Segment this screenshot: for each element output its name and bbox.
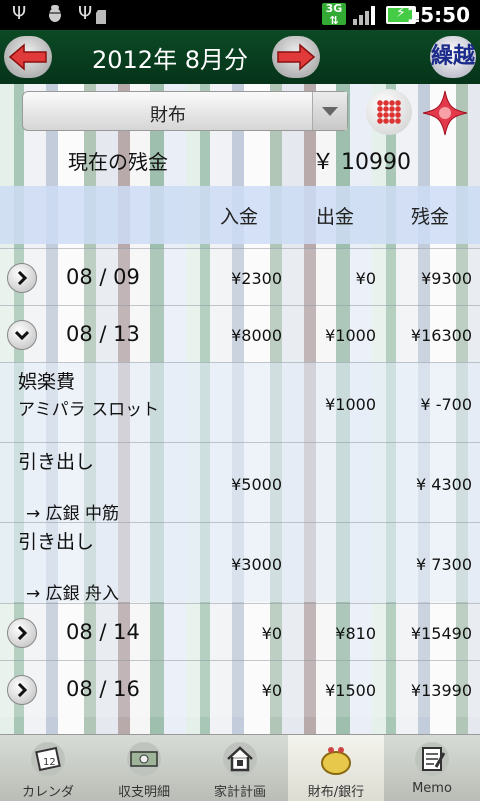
usb-icon: Ψ [12, 3, 27, 24]
chevron-down-icon [312, 92, 347, 130]
expand-button[interactable] [7, 263, 37, 293]
row-memo: アミパラ スロット [18, 400, 160, 420]
row-balance: ¥9300 [421, 269, 472, 288]
tab-wallet-bank[interactable]: 財布/銀行 [288, 735, 384, 801]
balance-value: ￥ 10990 [312, 150, 411, 175]
tab-memo[interactable]: Memo [384, 735, 480, 801]
date-row[interactable]: 08 / 13 ¥8000 ¥1000 ¥16300 [0, 305, 480, 362]
prev-month-button[interactable] [4, 36, 52, 78]
signal-icon [353, 6, 379, 25]
transaction-row[interactable]: 娯楽費 アミパラ スロット ¥1000 ¥ -700 [0, 362, 480, 442]
date-row[interactable]: 08 / 16 ¥0 ¥1500 ¥13990 [0, 660, 480, 717]
row-income: ¥0 [261, 681, 282, 700]
row-balance: ¥ 7300 [416, 555, 472, 574]
row-income: ¥2300 [231, 269, 282, 288]
status-bar: Ψ Ψ 3G ⇅ ⚡ 15:50 [0, 0, 480, 30]
network-3g-icon: 3G ⇅ [322, 3, 346, 27]
chevron-right-icon [17, 271, 28, 285]
tab-label: Memo [412, 781, 452, 796]
memo-icon [415, 742, 449, 776]
sparkle-add-icon [422, 90, 468, 136]
clock: 15:50 [406, 3, 470, 27]
row-expense: ¥1000 [325, 395, 376, 414]
row-category: 娯楽費 [18, 371, 76, 393]
row-date: 08 / 09 [66, 265, 140, 289]
transaction-row[interactable]: 引き出し → 広銀 中筋 ¥5000 ¥ 4300 [0, 442, 480, 524]
calculator-button[interactable] [366, 89, 412, 135]
column-header: 入金 出金 残金 [0, 186, 480, 244]
arrow-right-icon [277, 43, 316, 71]
row-balance: ¥13990 [410, 681, 472, 700]
tab-calendar[interactable]: 12 カレンダ [0, 735, 96, 801]
row-expense: ¥810 [335, 624, 376, 643]
row-memo: → 広銀 中筋 [26, 504, 120, 524]
wallet-select[interactable]: 財布 [22, 91, 348, 131]
row-expense: ¥1500 [325, 681, 376, 700]
row-expense: ¥1000 [325, 326, 376, 345]
wallet-select-value: 財布 [150, 105, 186, 126]
row-balance: ¥16300 [410, 326, 472, 345]
row-memo: → 広銀 舟入 [26, 584, 120, 604]
collapse-button[interactable] [7, 320, 37, 350]
app-header: 2012年 8月分 繰越 [0, 30, 480, 84]
expand-button[interactable] [7, 675, 37, 705]
row-expense: ¥0 [355, 269, 376, 288]
arrow-left-icon [8, 43, 47, 71]
debug-bug-icon [46, 3, 64, 28]
row-income: ¥5000 [231, 475, 282, 494]
row-date: 08 / 14 [66, 620, 140, 644]
row-balance: ¥15490 [410, 624, 472, 643]
balance-label: 現在の残金 [68, 150, 168, 174]
tab-label: 財布/銀行 [307, 785, 365, 800]
transaction-row[interactable]: 引き出し → 広銀 舟入 ¥3000 ¥ 7300 [0, 522, 480, 604]
chevron-right-icon [17, 626, 28, 640]
sd-card-icon [96, 8, 106, 29]
column-balance: 残金 [411, 206, 450, 228]
usb-icon: Ψ [78, 3, 93, 24]
row-category: 引き出し [18, 451, 95, 473]
carry-over-button[interactable]: 繰越 [430, 36, 476, 78]
add-entry-button[interactable] [420, 88, 470, 138]
column-income: 入金 [220, 206, 259, 228]
row-income: ¥3000 [231, 555, 282, 574]
row-income: ¥0 [261, 624, 282, 643]
row-category: 引き出し [18, 531, 95, 553]
date-row[interactable]: 08 / 14 ¥0 ¥810 ¥15490 [0, 603, 480, 660]
column-expense: 出金 [316, 206, 355, 228]
row-balance: ¥ 4300 [416, 475, 472, 494]
tab-label: 家計計画 [213, 785, 266, 800]
tab-label: 収支明細 [117, 785, 170, 800]
tab-income-expense-detail[interactable]: 収支明細 [96, 735, 192, 801]
row-date: 08 / 13 [66, 322, 140, 346]
purse-icon [321, 747, 351, 775]
row-date: 08 / 16 [66, 677, 140, 701]
date-row[interactable]: 08 / 09 ¥2300 ¥0 ¥9300 [0, 248, 480, 305]
tab-household-plan[interactable]: 家計計画 [192, 735, 288, 801]
next-month-button[interactable] [272, 36, 320, 78]
house-icon [223, 742, 257, 776]
row-balance: ¥ -700 [420, 395, 472, 414]
calendar-icon: 12 [31, 742, 65, 776]
expand-button[interactable] [7, 618, 37, 648]
money-icon [127, 742, 161, 776]
month-title: 2012年 8月分 [92, 46, 248, 74]
row-income: ¥8000 [231, 326, 282, 345]
bottom-tab-bar: 12 カレンダ 収支明細 家計計画 財布/銀行 Memo [0, 734, 480, 801]
calculator-icon [377, 100, 401, 124]
chevron-right-icon [17, 683, 28, 697]
tab-label: カレンダ [21, 785, 74, 800]
chevron-down-icon [15, 330, 29, 341]
svg-text:12: 12 [43, 757, 56, 768]
